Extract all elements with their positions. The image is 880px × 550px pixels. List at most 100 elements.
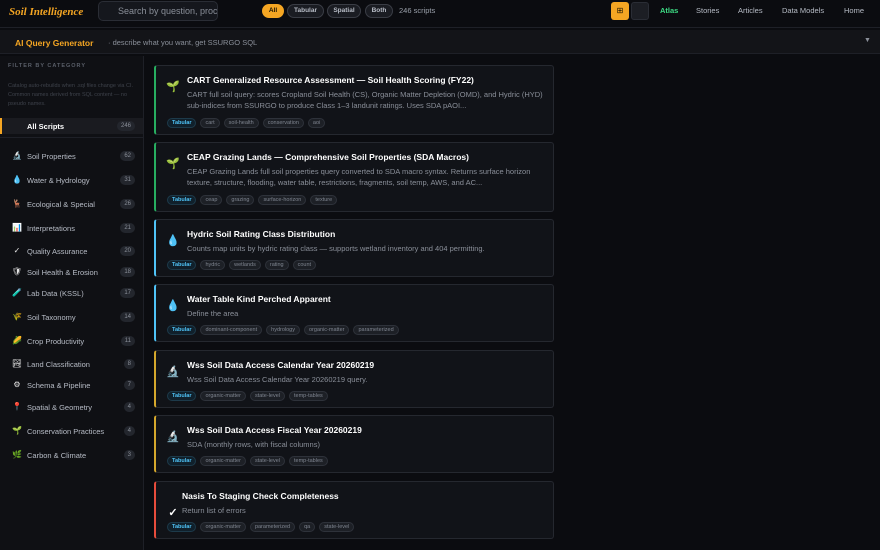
tag[interactable]: grazing [226, 195, 255, 205]
tag[interactable]: organic-matter [200, 391, 246, 401]
ai-title: AI Query Generator [15, 38, 94, 48]
tag[interactable]: ceap [200, 195, 223, 205]
count-badge: 21 [120, 223, 135, 233]
sidebar-item-soil-health-erosion[interactable]: 🛡 Soil Health & Erosion 18 [0, 264, 143, 280]
sidebar-item-label: Lab Data (KSSL) [27, 289, 84, 298]
sidebar-item-conservation-practices[interactable]: 🌱 Conservation Practices 4 [0, 423, 143, 439]
type-badge[interactable]: Tabular [167, 325, 197, 335]
droplet-icon: 💧 [166, 300, 180, 312]
tag[interactable]: cart [200, 118, 220, 128]
tag[interactable]: state-level [249, 456, 286, 466]
sidebar-item-label: Land Classification [27, 360, 90, 369]
type-badge[interactable]: Tabular [167, 522, 197, 532]
sidebar-item-interpretations[interactable]: 📊 Interpretations 21 [0, 220, 143, 236]
card-title: Wss Soil Data Access Fiscal Year 2026021… [187, 425, 362, 435]
filter-all[interactable]: All [262, 4, 284, 18]
herb-icon: 🌿 [12, 450, 22, 459]
tag[interactable]: hydrology [266, 325, 300, 335]
tag[interactable]: dominant-component [200, 325, 263, 335]
script-card[interactable]: 💧 Hydric Soil Rating Class Distribution Co… [154, 219, 554, 277]
test-tube-icon: 🧪 [12, 288, 22, 297]
tag[interactable]: state-level [249, 391, 286, 401]
tag[interactable]: hydric [200, 260, 226, 270]
count-badge: 11 [120, 336, 135, 346]
type-badge[interactable]: Tabular [167, 456, 197, 466]
sidebar-item-soil-taxonomy[interactable]: 🌾 Soil Taxonomy 14 [0, 309, 143, 325]
ai-query-generator-bar[interactable]: AI Query Generator · describe what you w… [0, 30, 880, 54]
sidebar-item-quality-assurance[interactable]: ✓ Quality Assurance 20 [0, 243, 143, 259]
filter-tabular[interactable]: Tabular [287, 4, 324, 18]
brand-logo[interactable]: Soil Intelligence [9, 6, 83, 18]
tag[interactable]: rating [264, 260, 289, 270]
tag[interactable]: parameterized [353, 325, 399, 335]
count-badge: 26 [120, 199, 135, 209]
tag-list: Tabular hydric wetlands rating count [167, 260, 317, 270]
nav-home[interactable]: Home [844, 6, 864, 15]
script-list: 🌱 CART Generalized Resource Assessment — … [146, 56, 880, 550]
sidebar-item-schema-pipeline[interactable]: ⚙ Schema & Pipeline 7 [0, 377, 143, 393]
tag[interactable]: count [292, 260, 317, 270]
script-card[interactable]: 💧 Water Table Kind Perched Apparent Define… [154, 284, 554, 342]
tag[interactable]: aoi [307, 118, 326, 128]
tag[interactable]: organic-matter [304, 325, 350, 335]
sidebar-item-all-scripts[interactable]: All Scripts 246 [0, 118, 143, 134]
tag[interactable]: organic-matter [200, 522, 246, 532]
tag[interactable]: temp-tables [289, 391, 328, 401]
count-badge: 246 [116, 121, 135, 131]
sidebar-item-label: Spatial & Geometry [27, 403, 93, 412]
script-card[interactable]: 🌱 CEAP Grazing Lands — Comprehensive Soil… [154, 142, 554, 212]
chevron-down-icon[interactable]: ▼ [864, 37, 871, 44]
sidebar-item-label: Water & Hydrology [27, 176, 90, 185]
type-badge[interactable]: Tabular [167, 391, 197, 401]
sidebar-item-soil-properties[interactable]: 🔬 Soil Properties 62 [0, 148, 143, 164]
tag-list: Tabular organic-matter state-level temp-tab… [167, 456, 328, 466]
tag[interactable]: wetlands [229, 260, 261, 270]
sidebar-item-label: Ecological & Special [27, 200, 95, 209]
tag[interactable]: soil-health [223, 118, 259, 128]
tag[interactable]: surface-horizon [258, 195, 307, 205]
divider [0, 137, 143, 138]
grid-view-button[interactable]: ⊞ [611, 2, 629, 20]
card-title: Water Table Kind Perched Apparent [187, 294, 331, 304]
nav-data-models[interactable]: Data Models [782, 6, 824, 15]
type-badge[interactable]: Tabular [167, 195, 197, 205]
count-badge: 4 [123, 426, 135, 436]
nav-stories[interactable]: Stories [696, 6, 719, 15]
seedling-icon: 🌱 [166, 81, 180, 93]
tag[interactable]: parameterized [249, 522, 296, 532]
script-card[interactable]: 🔬 Wss Soil Data Access Fiscal Year 202602… [154, 415, 554, 473]
tag[interactable]: texture [310, 195, 338, 205]
tag[interactable]: state-level [319, 522, 355, 532]
shield-icon: 🛡 [11, 267, 23, 276]
sidebar-item-land-classification[interactable]: 🏞 Land Classification 8 [0, 356, 143, 372]
sidebar-item-lab-data-kssl[interactable]: 🧪 Lab Data (KSSL) 17 [0, 285, 143, 301]
sidebar-item-carbon-climate[interactable]: 🌿 Carbon & Climate 3 [0, 447, 143, 463]
script-card[interactable]: ✓ Nasis To Staging Check Completeness Retu… [154, 481, 554, 539]
count-badge: 7 [123, 380, 135, 390]
script-card[interactable]: 🌱 CART Generalized Resource Assessment — … [154, 65, 554, 135]
filter-spatial[interactable]: Spatial [327, 4, 361, 18]
tag[interactable]: organic-matter [200, 456, 246, 466]
tag[interactable]: conservation [262, 118, 304, 128]
type-badge[interactable]: Tabular [167, 118, 197, 128]
tag[interactable]: qa [299, 522, 316, 532]
sidebar-item-spatial-geometry[interactable]: 📍 Spatial & Geometry 4 [0, 399, 143, 415]
sidebar-item-label: Soil Health & Erosion [27, 268, 98, 277]
filter-both[interactable]: Both [365, 4, 393, 18]
script-card[interactable]: 🔬 Wss Soil Data Access Calendar Year 2026… [154, 350, 554, 408]
seedling-icon: 🌱 [12, 426, 22, 435]
sidebar-item-crop-productivity[interactable]: 🌽 Crop Productivity 11 [0, 333, 143, 349]
deer-icon: 🦌 [12, 199, 22, 208]
microscope-icon: 🔬 [166, 431, 180, 443]
nav-atlas[interactable]: Atlas [660, 6, 678, 15]
type-badge[interactable]: Tabular [167, 260, 197, 270]
sidebar-item-label: Quality Assurance [27, 247, 88, 256]
nav-articles[interactable]: Articles [738, 6, 763, 15]
list-view-button[interactable] [631, 2, 649, 20]
search-input[interactable]: Search by question, procedure, or tag [98, 1, 218, 21]
tag[interactable]: temp-tables [289, 456, 328, 466]
tag-list: Tabular dominant-component hydrology organi… [167, 325, 399, 335]
sidebar-item-water-hydrology[interactable]: 💧 Water & Hydrology 31 [0, 172, 143, 188]
sidebar-item-ecological-special[interactable]: 🦌 Ecological & Special 26 [0, 196, 143, 212]
checkmark-icon: ✓ [168, 507, 178, 519]
